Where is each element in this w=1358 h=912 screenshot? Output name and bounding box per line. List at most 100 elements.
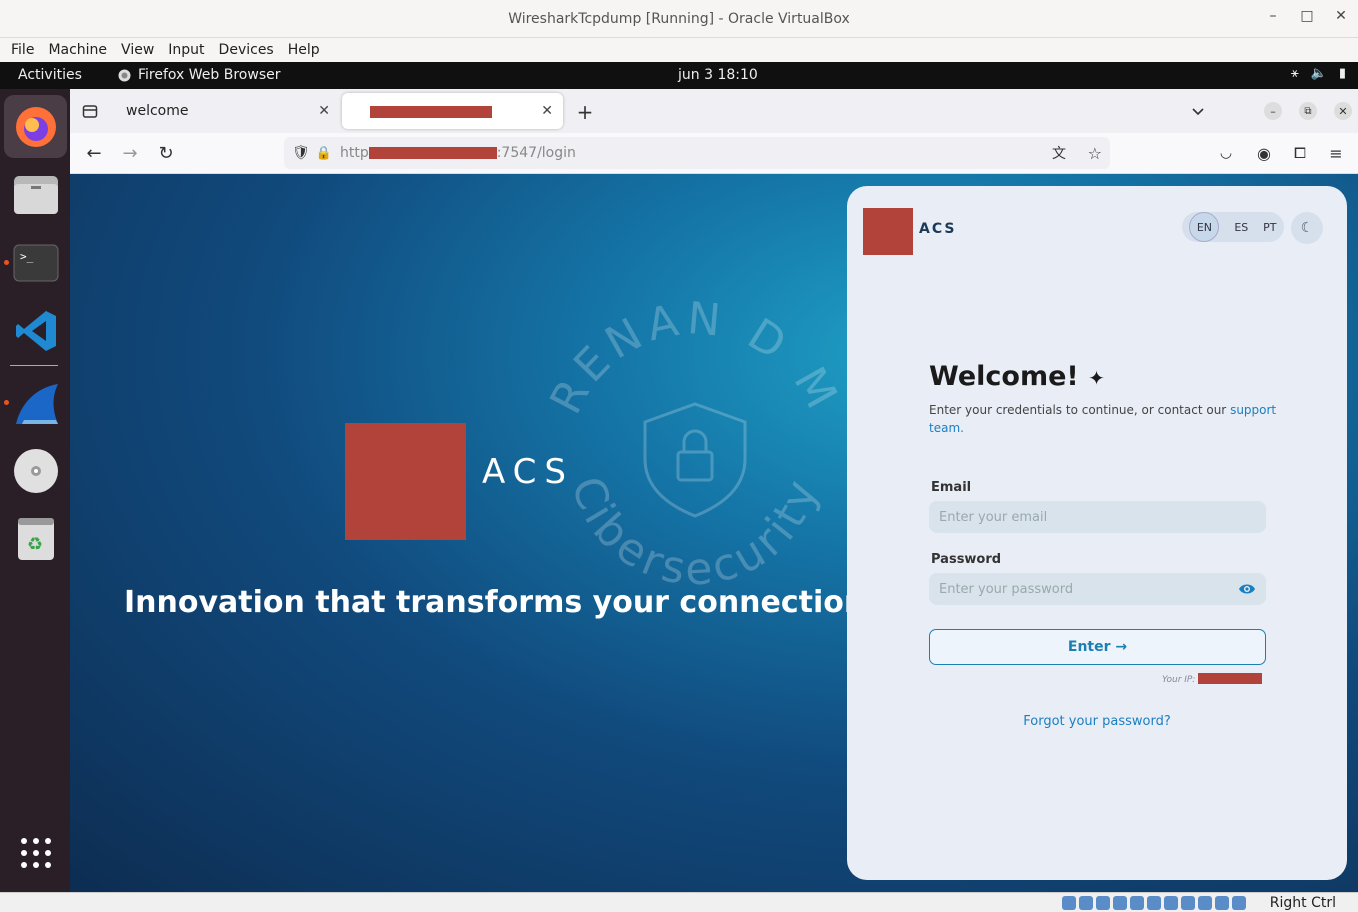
- page-content: RENAN D M Cibersecurity ACS Innovation t…: [70, 174, 1358, 892]
- gnome-top-bar: Activities Firefox Web Browser jun 3 18:…: [0, 62, 1358, 89]
- menu-machine[interactable]: Machine: [41, 42, 114, 58]
- forgot-password-link[interactable]: Forgot your password?: [847, 714, 1347, 729]
- new-tab-icon[interactable]: +: [574, 100, 596, 124]
- email-placeholder: Enter your email: [939, 509, 1048, 525]
- vscode-icon[interactable]: [4, 299, 67, 362]
- trash-icon[interactable]: ♻: [4, 507, 67, 570]
- shared-folder-icon[interactable]: [1147, 896, 1161, 910]
- minimize-icon[interactable]: –: [1266, 8, 1280, 24]
- tab-close-icon[interactable]: ✕: [318, 103, 330, 119]
- arrow-right-icon: →: [1115, 639, 1128, 655]
- guest-icon[interactable]: [1215, 896, 1229, 910]
- lang-es[interactable]: ES: [1234, 221, 1248, 234]
- battery-icon[interactable]: ▮: [1339, 66, 1346, 81]
- subtitle-text: Enter your credentials to continue, or c…: [929, 403, 1227, 417]
- menu-file[interactable]: File: [4, 42, 41, 58]
- app-menu[interactable]: Firefox Web Browser: [118, 67, 281, 83]
- language-switcher: EN ES PT: [1182, 212, 1284, 242]
- tab-overview-icon[interactable]: [80, 101, 100, 121]
- url-bar[interactable]: 🛡 🔒 http :7547/login 文 ☆: [284, 137, 1110, 169]
- svg-text:>_: >_: [20, 250, 34, 263]
- extensions-icon[interactable]: ⧠: [1290, 143, 1310, 163]
- restore-icon[interactable]: ⧉: [1299, 102, 1317, 120]
- system-tray[interactable]: ⚹ 🔈 ▮: [1291, 66, 1346, 81]
- hero-tagline: Innovation that transforms your connecti…: [124, 584, 888, 620]
- tab-strip: welcome ✕ ✕ + – ⧉ ✕: [70, 89, 1358, 133]
- panel-brand: ACS: [919, 221, 957, 237]
- svg-text:♻: ♻: [27, 534, 43, 555]
- optical-icon[interactable]: [1079, 896, 1093, 910]
- minimize-icon[interactable]: –: [1264, 102, 1282, 120]
- pocket-icon[interactable]: ◡: [1216, 143, 1236, 163]
- volume-icon[interactable]: 🔈: [1311, 66, 1327, 81]
- menu-devices[interactable]: Devices: [212, 42, 281, 58]
- activities-button[interactable]: Activities: [18, 67, 82, 83]
- wireshark-icon[interactable]: [4, 371, 67, 434]
- sparkle-icon: ✦: [1088, 366, 1105, 390]
- dark-mode-toggle[interactable]: ☾: [1291, 212, 1323, 244]
- tab-active[interactable]: ✕: [342, 93, 563, 129]
- lang-pt[interactable]: PT: [1263, 221, 1276, 234]
- tagline-text: Innovation that transforms your connecti…: [124, 585, 877, 620]
- tab-close-icon[interactable]: ✕: [541, 103, 553, 119]
- display-icon[interactable]: [1164, 896, 1178, 910]
- shield-icon[interactable]: 🛡: [292, 145, 310, 161]
- reload-icon[interactable]: ↻: [156, 143, 176, 164]
- enter-button[interactable]: Enter →: [929, 629, 1266, 665]
- welcome-subtitle: Enter your credentials to continue, or c…: [929, 401, 1279, 437]
- vt-icon[interactable]: [1198, 896, 1212, 910]
- maximize-icon[interactable]: □: [1300, 8, 1314, 24]
- eye-icon[interactable]: [1238, 583, 1256, 595]
- lang-en[interactable]: EN: [1189, 212, 1220, 242]
- welcome-heading: Welcome! ✦: [929, 361, 1105, 392]
- disc-icon[interactable]: [4, 439, 67, 502]
- menu-input[interactable]: Input: [161, 42, 211, 58]
- close-icon[interactable]: ✕: [1334, 102, 1352, 120]
- url-prefix: http: [339, 145, 369, 161]
- hdd-icon[interactable]: [1062, 896, 1076, 910]
- menu-view[interactable]: View: [114, 42, 161, 58]
- lock-icon[interactable]: 🔒: [316, 146, 332, 161]
- password-field[interactable]: Enter your password: [929, 573, 1266, 605]
- panel-logo: [863, 208, 913, 255]
- files-icon[interactable]: [4, 163, 67, 226]
- watermark-seal: RENAN D M Cibersecurity: [540, 294, 843, 596]
- menu-icon[interactable]: ≡: [1326, 143, 1346, 163]
- tab-label: welcome: [126, 103, 189, 119]
- url-suffix: :7547/login: [496, 145, 576, 161]
- vbox-status-bar: Right Ctrl: [0, 892, 1358, 912]
- email-field[interactable]: Enter your email: [929, 501, 1266, 533]
- firefox-icon[interactable]: [4, 95, 67, 158]
- mouse-icon[interactable]: [1232, 896, 1246, 910]
- tab-welcome[interactable]: welcome ✕: [114, 93, 340, 129]
- window-title: WiresharkTcpdump [Running] - Oracle Virt…: [508, 10, 850, 27]
- tab-label-redacted: [370, 106, 492, 118]
- email-label: Email: [931, 480, 972, 495]
- close-icon[interactable]: ✕: [1334, 8, 1348, 24]
- app-grid-icon[interactable]: [4, 821, 67, 884]
- hero-brand: ACS: [482, 452, 574, 492]
- enter-label: Enter: [1067, 639, 1111, 655]
- account-icon[interactable]: ◉: [1254, 143, 1274, 163]
- clock[interactable]: jun 3 18:10: [678, 67, 758, 83]
- translate-icon[interactable]: 文: [1052, 143, 1066, 163]
- bookmark-star-icon[interactable]: ☆: [1088, 144, 1102, 163]
- back-icon[interactable]: ←: [84, 143, 104, 164]
- app-menu-label: Firefox Web Browser: [138, 67, 281, 83]
- menu-bar: File Machine View Input Devices Help: [0, 38, 1358, 62]
- dock: >_ ♻: [0, 89, 70, 892]
- list-all-tabs-icon[interactable]: [1188, 101, 1208, 121]
- host-key-label: Right Ctrl: [1269, 895, 1336, 911]
- network-icon[interactable]: ⚹: [1291, 66, 1299, 81]
- moon-icon: ☾: [1300, 220, 1314, 236]
- ip-redacted: [1198, 673, 1263, 684]
- forward-icon[interactable]: →: [120, 143, 140, 164]
- terminal-icon[interactable]: >_: [4, 231, 67, 294]
- network-icon[interactable]: [1113, 896, 1127, 910]
- menu-help[interactable]: Help: [281, 42, 327, 58]
- audio-icon[interactable]: [1096, 896, 1110, 910]
- recording-icon[interactable]: [1181, 896, 1195, 910]
- usb-icon[interactable]: [1130, 896, 1144, 910]
- status-icons[interactable]: [1062, 896, 1246, 910]
- hero-logo: [345, 423, 466, 540]
